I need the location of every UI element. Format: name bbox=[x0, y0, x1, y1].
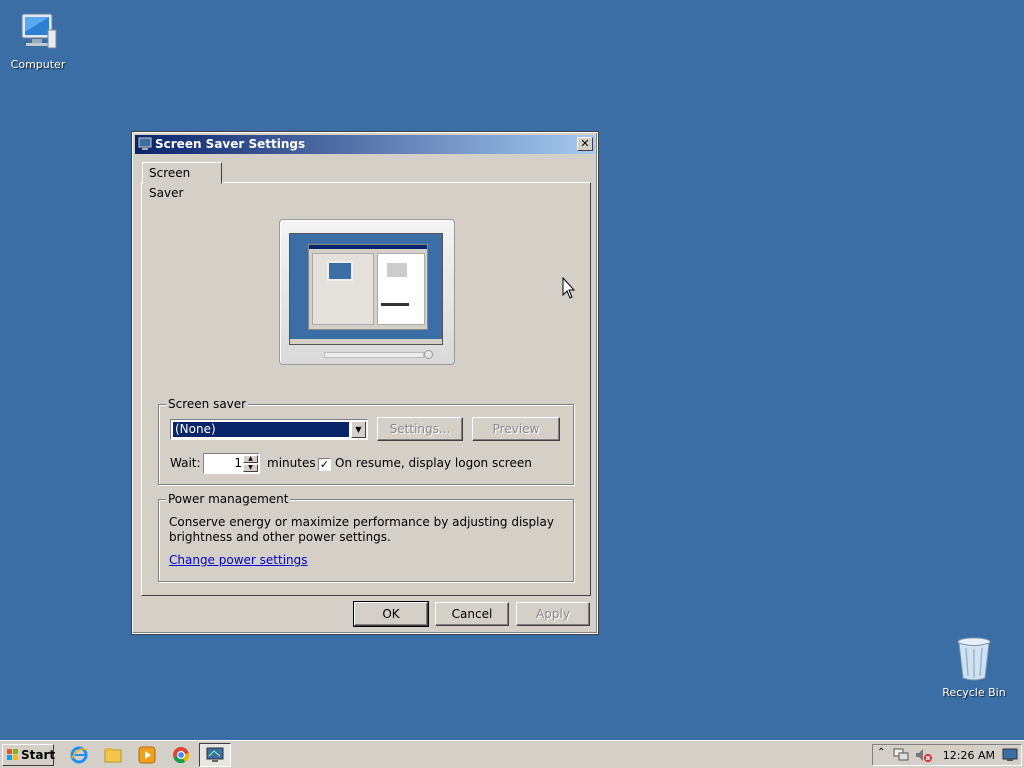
screen-saver-dialog: Screen Saver Settings ✕ Screen Saver Scr… bbox=[131, 131, 599, 635]
wait-stepper[interactable]: 1 ▲ ▼ bbox=[203, 453, 260, 474]
network-icon[interactable] bbox=[893, 748, 909, 762]
show-desktop-icon[interactable] bbox=[1002, 748, 1018, 762]
cancel-button[interactable]: Cancel bbox=[435, 602, 509, 626]
display-icon bbox=[138, 137, 152, 150]
power-management-group: Power management Conserve energy or maxi… bbox=[158, 492, 574, 582]
recycle-bin-icon bbox=[957, 637, 991, 681]
screen-saver-selected: (None) bbox=[172, 421, 350, 438]
desktop-icon-recycle-bin[interactable]: Recycle Bin bbox=[936, 636, 1012, 699]
system-tray: ⌃ 12:26 AM bbox=[872, 744, 1022, 766]
dialog-titlebar[interactable]: Screen Saver Settings ✕ bbox=[135, 135, 595, 154]
dialog-title: Screen Saver Settings bbox=[155, 137, 306, 151]
checkmark-icon: ✓ bbox=[319, 458, 330, 471]
monitor-stand bbox=[324, 352, 424, 358]
wait-label: Wait: bbox=[170, 456, 201, 470]
preview-mini-window bbox=[308, 244, 428, 330]
monitor-power-icon bbox=[424, 350, 433, 359]
spin-down-button[interactable]: ▼ bbox=[243, 464, 258, 472]
taskbar: Start ⌃ 12:26 AM bbox=[0, 740, 1024, 768]
wait-value[interactable]: 1 bbox=[206, 456, 242, 470]
media-player-icon[interactable] bbox=[138, 746, 156, 764]
ok-button[interactable]: OK bbox=[353, 601, 429, 627]
desktop: Computer Recycle Bin Screen Saver Settin… bbox=[0, 0, 1024, 740]
settings-button[interactable]: Settings... bbox=[377, 417, 463, 441]
start-label: Start bbox=[21, 748, 56, 762]
desktop-icon-label: Recycle Bin bbox=[942, 686, 1006, 699]
change-power-settings-link[interactable]: Change power settings bbox=[169, 553, 308, 567]
apply-button[interactable]: Apply bbox=[516, 602, 590, 626]
screen-saver-group: Screen saver (None) ▼ Settings... Previe… bbox=[158, 397, 574, 485]
start-button[interactable]: Start bbox=[2, 744, 56, 766]
taskbar-screen-saver-button[interactable] bbox=[199, 743, 231, 767]
windows-flag-icon bbox=[7, 749, 18, 760]
power-management-legend: Power management bbox=[166, 492, 291, 506]
spin-up-button[interactable]: ▲ bbox=[243, 455, 258, 463]
power-description-line1: Conserve energy or maximize performance … bbox=[169, 515, 554, 529]
desktop-icon-label: Computer bbox=[10, 58, 66, 71]
close-icon: ✕ bbox=[580, 137, 590, 150]
explorer-icon[interactable] bbox=[104, 746, 122, 764]
clock[interactable]: 12:26 AM bbox=[943, 749, 995, 762]
resume-checkbox[interactable]: ✓ bbox=[318, 458, 331, 471]
power-description-line2: brightness and other power settings. bbox=[169, 530, 391, 544]
preview-screen bbox=[289, 233, 443, 345]
screen-saver-select[interactable]: (None) ▼ bbox=[170, 419, 368, 440]
tab-panel: Screen saver (None) ▼ Settings... Previe… bbox=[141, 182, 591, 596]
preview-button[interactable]: Preview bbox=[472, 417, 560, 441]
display-icon bbox=[206, 747, 224, 762]
ie-icon[interactable] bbox=[70, 746, 88, 764]
desktop-icon-computer[interactable]: Computer bbox=[0, 10, 76, 71]
resume-checkbox-label[interactable]: On resume, display logon screen bbox=[335, 456, 532, 470]
show-hidden-icons-icon[interactable]: ⌃ bbox=[877, 747, 885, 758]
chrome-icon[interactable] bbox=[172, 746, 190, 764]
screen-saver-legend: Screen saver bbox=[166, 397, 249, 411]
close-button[interactable]: ✕ bbox=[577, 137, 593, 151]
monitor-preview bbox=[279, 219, 455, 365]
mouse-cursor-icon bbox=[562, 277, 576, 299]
chevron-down-icon[interactable]: ▼ bbox=[351, 421, 366, 438]
computer-icon bbox=[21, 13, 57, 49]
tab-screen-saver[interactable]: Screen Saver bbox=[142, 162, 222, 200]
minutes-label: minutes bbox=[267, 456, 316, 470]
volume-muted-icon[interactable] bbox=[915, 748, 933, 763]
